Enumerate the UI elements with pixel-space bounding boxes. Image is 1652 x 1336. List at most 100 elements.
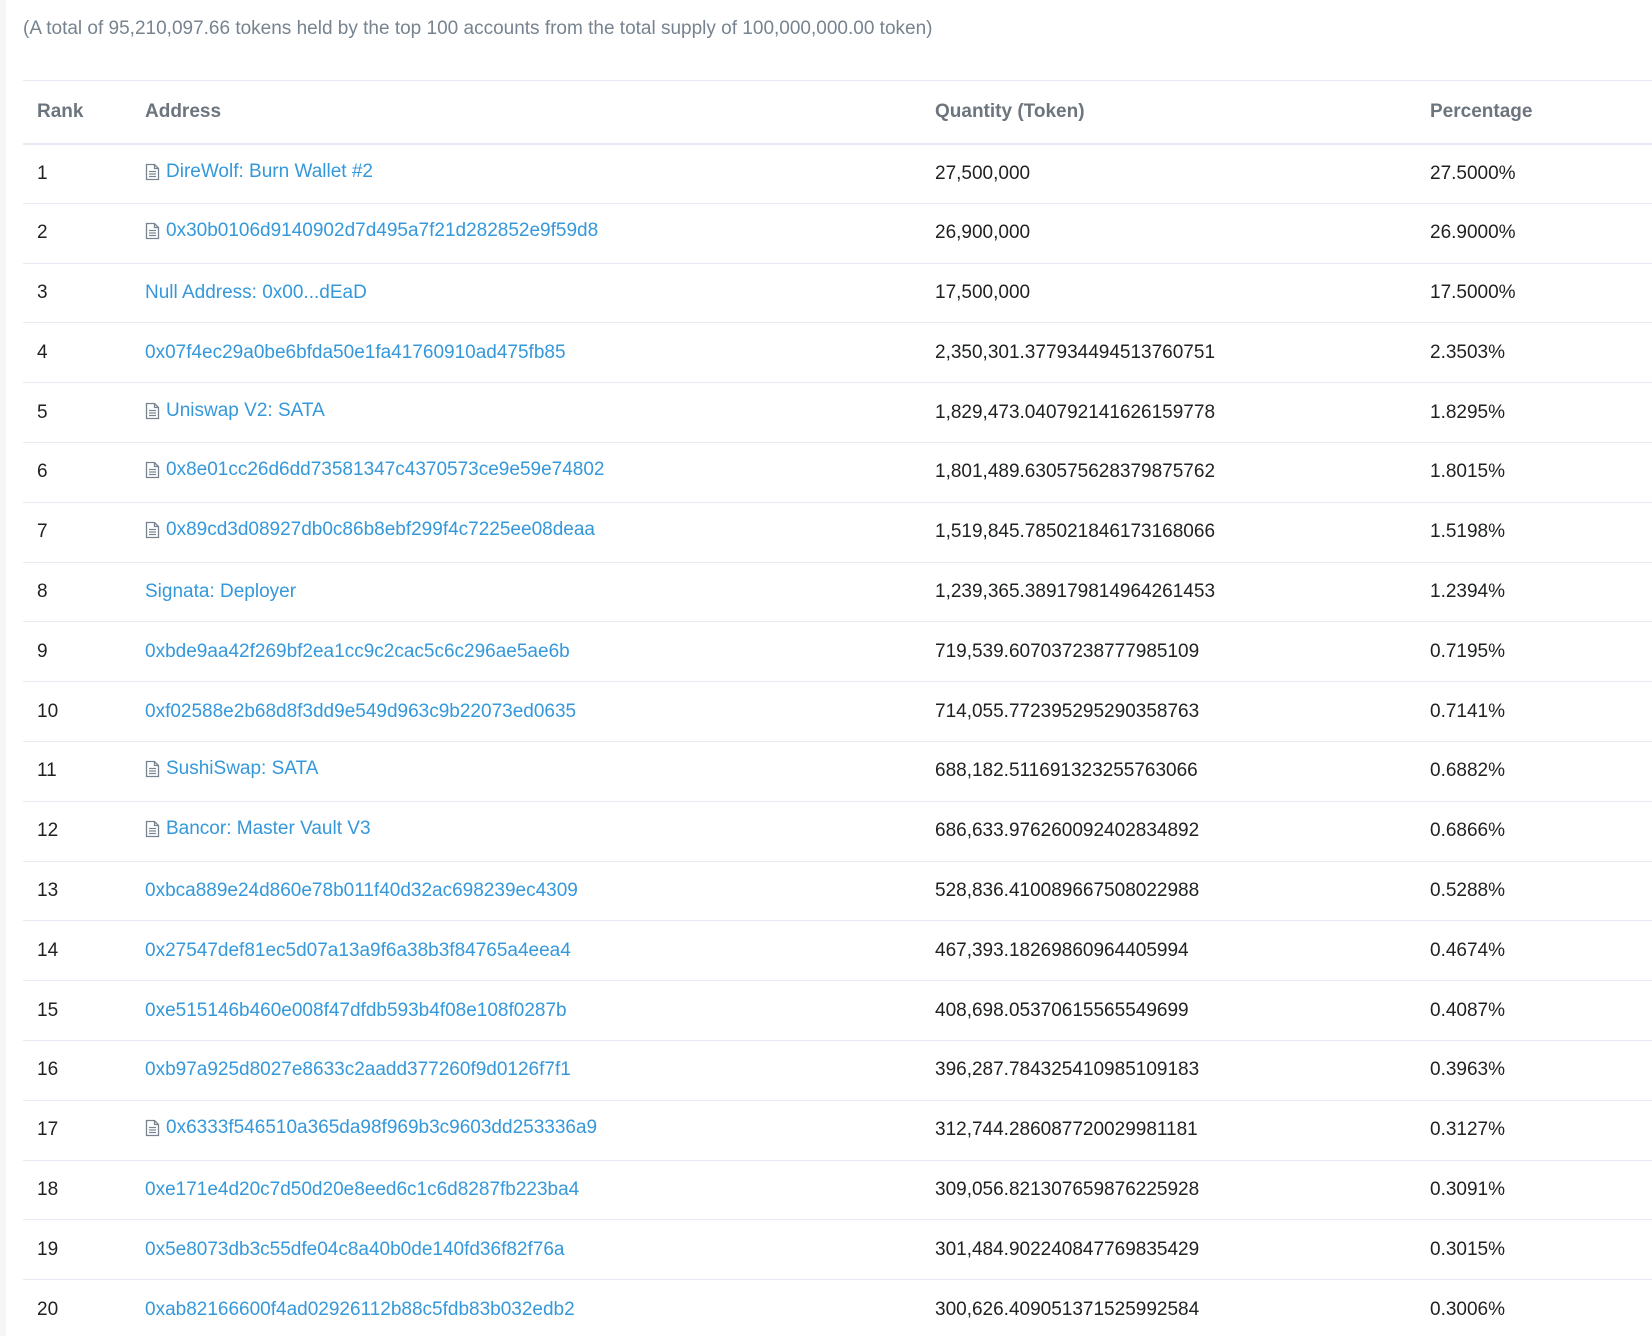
contract-file-icon (145, 760, 160, 778)
address-label: 0xb97a925d8027e8633c2aadd377260f9d0126f7… (145, 1059, 571, 1081)
holder-address-link[interactable]: 0x6333f546510a365da98f969b3c9603dd253336… (145, 1117, 597, 1139)
table-row: 9 0xbde9aa42f269bf2ea1cc9c2cac5c6c296ae5a… (23, 622, 1652, 682)
table-row: 15 0xe515146b460e008f47dfdb593b4f08e108f0… (23, 981, 1652, 1041)
address-cell: 0x6333f546510a365da98f969b3c9603dd253336… (131, 1100, 921, 1160)
address-label: 0xe171e4d20c7d50d20e8eed6c1c6d8287fb223b… (145, 1178, 580, 1200)
holder-address-link[interactable]: 0x5e8073db3c55dfe04c8a40b0de140fd36f82f7… (145, 1239, 564, 1261)
holder-address-link[interactable]: 0xbca889e24d860e78b011f40d32ac698239ec43… (145, 880, 578, 902)
quantity-cell: 300,626.409051371525992584 (935, 1298, 1200, 1320)
holder-address-link[interactable]: 0xab82166600f4ad02926112b88c5fdb83b032ed… (145, 1299, 575, 1321)
holder-address-link[interactable]: 0xbde9aa42f269bf2ea1cc9c2cac5c6c296ae5ae… (145, 641, 570, 663)
holder-address-link[interactable]: 0x07f4ec29a0be6bfda50e1fa41760910ad475fb… (145, 342, 566, 364)
holder-address-link[interactable]: Signata: Deployer (145, 581, 296, 603)
contract-file-icon (145, 402, 160, 420)
holder-address-link[interactable]: 0xe515146b460e008f47dfdb593b4f08e108f028… (145, 1000, 567, 1022)
token-holders-page: (A total of 95,210,097.66 tokens held by… (0, 0, 1652, 1336)
rank-cell: 9 (37, 640, 48, 662)
address-cell: 0xe515146b460e008f47dfdb593b4f08e108f028… (131, 981, 921, 1041)
rank-cell: 4 (37, 341, 48, 363)
rank-cell: 20 (37, 1298, 59, 1320)
table-row: 17 0x6333f546510a365da98f969b3c9603dd2533… (23, 1100, 1652, 1161)
address-cell: 0xbde9aa42f269bf2ea1cc9c2cac5c6c296ae5ae… (131, 622, 921, 682)
table-row: 11 SushiSwap: SATA 688,182.511691323255763… (23, 741, 1652, 802)
rank-cell: 14 (37, 939, 59, 961)
percentage-cell: 0.7195% (1430, 640, 1506, 662)
table-row: 4 0x07f4ec29a0be6bfda50e1fa41760910ad475f… (23, 323, 1652, 383)
table-row: 2 0x30b0106d9140902d7d495a7f21d282852e9f5… (23, 203, 1652, 264)
quantity-cell: 2,350,301.377934494513760751 (935, 341, 1216, 363)
address-label: Uniswap V2: SATA (166, 399, 325, 421)
holder-address-link[interactable]: 0x8e01cc26d6dd73581347c4370573ce9e59e748… (145, 459, 604, 481)
address-label: 0x27547def81ec5d07a13a9f6a38b3f84765a4ee… (145, 939, 571, 961)
address-cell: 0xab82166600f4ad02926112b88c5fdb83b032ed… (131, 1280, 921, 1336)
quantity-cell: 1,519,845.785021846173168066 (935, 521, 1216, 543)
percentage-cell: 1.2394% (1430, 580, 1506, 602)
holder-address-link[interactable]: SushiSwap: SATA (145, 758, 318, 780)
holder-address-link[interactable]: 0xf02588e2b68d8f3dd9e549d963c9b22073ed06… (145, 701, 576, 723)
percentage-cell: 0.3015% (1430, 1238, 1506, 1260)
rank-cell: 8 (37, 580, 48, 602)
table-row: 19 0x5e8073db3c55dfe04c8a40b0de140fd36f82… (23, 1220, 1652, 1280)
address-cell: 0xf02588e2b68d8f3dd9e549d963c9b22073ed06… (131, 682, 921, 742)
contract-file-icon (145, 163, 160, 181)
percentage-cell: 0.3127% (1430, 1119, 1506, 1141)
rank-cell: 5 (37, 401, 48, 423)
address-cell: Uniswap V2: SATA (131, 383, 921, 443)
address-label: DireWolf: Burn Wallet #2 (166, 160, 373, 182)
rank-cell: 15 (37, 999, 59, 1021)
rank-cell: 13 (37, 879, 59, 901)
holders-table: Rank Address Quantity (Token) Percentage… (23, 80, 1652, 1336)
percentage-cell: 0.3006% (1430, 1298, 1506, 1320)
holder-address-link[interactable]: 0xe171e4d20c7d50d20e8eed6c1c6d8287fb223b… (145, 1179, 579, 1201)
table-row: 13 0xbca889e24d860e78b011f40d32ac698239ec… (23, 861, 1652, 921)
holders-table-body: 1 DireWolf: Burn Wallet #2 27,500,000 27.50… (23, 144, 1652, 1336)
holder-address-link[interactable]: 0x89cd3d08927db0c86b8ebf299f4c7225ee08de… (145, 519, 595, 541)
quantity-cell: 719,539.607037238777985109 (935, 640, 1200, 662)
rank-cell: 6 (37, 461, 48, 483)
quantity-cell: 686,633.976260092402834892 (935, 820, 1200, 842)
percentage-cell: 2.3503% (1430, 341, 1506, 363)
quantity-cell: 467,393.18269860964405994 (935, 939, 1189, 961)
rank-cell: 3 (37, 281, 48, 303)
address-cell: Bancor: Master Vault V3 (131, 801, 921, 861)
address-cell: 0x30b0106d9140902d7d495a7f21d282852e9f59… (131, 203, 921, 263)
quantity-cell: 408,698.05370615565549699 (935, 999, 1189, 1021)
quantity-cell: 301,484.902240847769835429 (935, 1238, 1200, 1260)
quantity-cell: 1,239,365.389179814964261453 (935, 580, 1216, 602)
address-column-header: Address (145, 100, 222, 122)
table-row: 8 Signata: Deployer 1,239,365.389179814964… (23, 562, 1652, 622)
address-cell: DireWolf: Burn Wallet #2 (131, 144, 921, 204)
holder-address-link[interactable]: DireWolf: Burn Wallet #2 (145, 161, 373, 183)
holder-address-link[interactable]: Uniswap V2: SATA (145, 400, 325, 422)
rank-cell: 7 (37, 521, 48, 543)
rank-cell: 19 (37, 1238, 59, 1260)
address-cell: Signata: Deployer (131, 562, 921, 622)
table-row: 10 0xf02588e2b68d8f3dd9e549d963c9b22073ed… (23, 682, 1652, 742)
table-row: 6 0x8e01cc26d6dd73581347c4370573ce9e59e74… (23, 442, 1652, 503)
holder-address-link[interactable]: 0x27547def81ec5d07a13a9f6a38b3f84765a4ee… (145, 940, 571, 962)
table-row: 20 0xab82166600f4ad02926112b88c5fdb83b032… (23, 1280, 1652, 1336)
holder-address-link[interactable]: Bancor: Master Vault V3 (145, 818, 371, 840)
percentage-cell: 27.5000% (1430, 162, 1516, 184)
address-cell: 0xe171e4d20c7d50d20e8eed6c1c6d8287fb223b… (131, 1160, 921, 1220)
percentage-cell: 26.9000% (1430, 222, 1516, 244)
percentage-cell: 17.5000% (1430, 281, 1516, 303)
holders-summary: (A total of 95,210,097.66 tokens held by… (23, 18, 933, 39)
percentage-cell: 1.8295% (1430, 401, 1506, 423)
contract-file-icon (145, 1119, 160, 1137)
address-label: 0x07f4ec29a0be6bfda50e1fa41760910ad475fb… (145, 341, 566, 363)
address-cell: 0xbca889e24d860e78b011f40d32ac698239ec43… (131, 861, 921, 921)
percentage-cell: 0.7141% (1430, 700, 1506, 722)
address-label: Signata: Deployer (145, 580, 297, 602)
holder-address-link[interactable]: Null Address: 0x00...dEaD (145, 282, 367, 304)
holder-address-link[interactable]: 0xb97a925d8027e8633c2aadd377260f9d0126f7… (145, 1059, 571, 1081)
address-label: 0xbca889e24d860e78b011f40d32ac698239ec43… (145, 879, 578, 901)
address-cell: Null Address: 0x00...dEaD (131, 263, 921, 323)
address-label: 0x6333f546510a365da98f969b3c9603dd253336… (166, 1117, 598, 1139)
percentage-cell: 1.5198% (1430, 521, 1506, 543)
holder-address-link[interactable]: 0x30b0106d9140902d7d495a7f21d282852e9f59… (145, 220, 598, 242)
address-cell: 0x89cd3d08927db0c86b8ebf299f4c7225ee08de… (131, 502, 921, 562)
rank-cell: 18 (37, 1178, 59, 1200)
quantity-cell: 688,182.511691323255763066 (935, 760, 1198, 782)
address-cell: 0x8e01cc26d6dd73581347c4370573ce9e59e748… (131, 442, 921, 502)
